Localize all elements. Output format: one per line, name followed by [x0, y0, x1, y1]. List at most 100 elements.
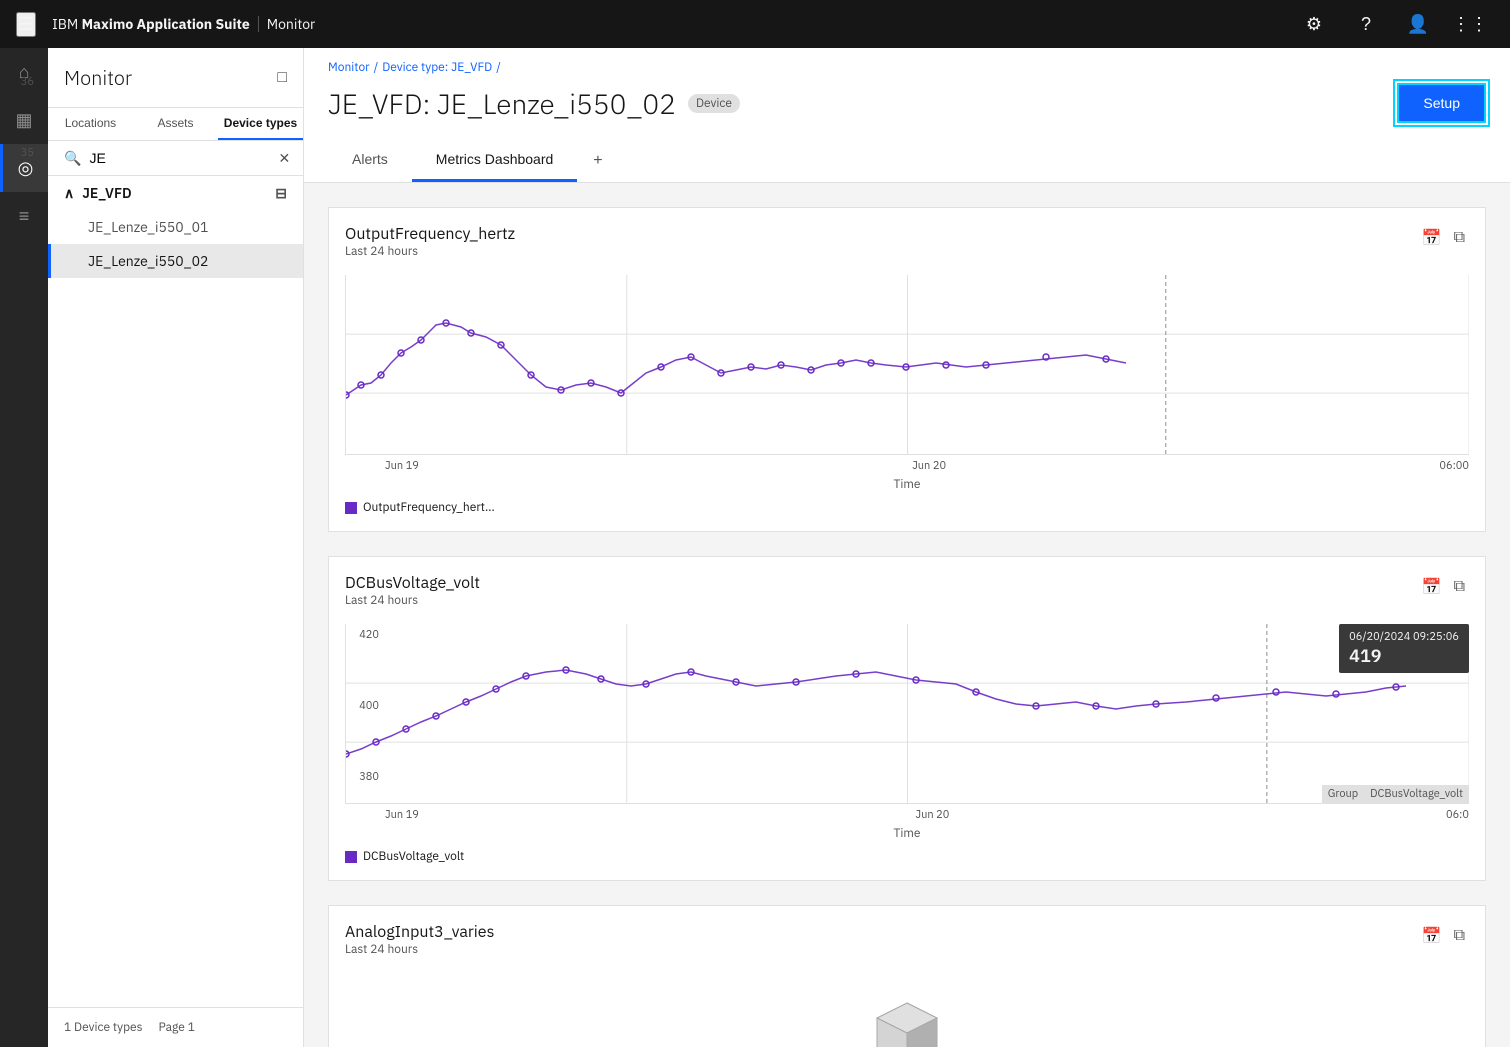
tab-device-types[interactable]: Device types: [218, 108, 303, 140]
tab-alerts[interactable]: Alerts: [328, 139, 412, 182]
chart2-legend-label: DCBusVoltage_volt: [363, 849, 464, 864]
chart1-title-group: OutputFrequency_hertz Last 24 hours: [345, 224, 515, 271]
chart1-x-labels: Jun 19 Jun 20 06:00: [345, 455, 1469, 473]
chart3-expand-icon[interactable]: ⧉: [1450, 922, 1469, 950]
rail-list-icon[interactable]: ≡: [0, 192, 48, 240]
content-header: Monitor / Device type: JE_VFD / JE_VFD: …: [304, 48, 1510, 183]
list-item-je-lenze-i550-02[interactable]: JE_Lenze_i550_02: [48, 244, 303, 278]
tab-metrics-dashboard[interactable]: Metrics Dashboard: [412, 139, 578, 182]
chart2-tooltip: 06/20/2024 09:25:06 419: [1339, 624, 1469, 673]
chart1-x-jun20: Jun 20: [912, 459, 946, 473]
tooltip-metric-label: DCBusVoltage_volt: [1364, 785, 1469, 803]
chart2-title: DCBusVoltage_volt: [345, 573, 480, 593]
chart-dc-bus-voltage: DCBusVoltage_volt Last 24 hours 📅 ⧉ 420 …: [328, 556, 1486, 881]
page-title: JE_VFD: JE_Lenze_i550_02 Device: [328, 85, 740, 122]
chart2-expand-icon[interactable]: ⧉: [1450, 573, 1469, 601]
chart1-actions: 📅 ⧉: [1418, 224, 1469, 252]
group-name: JE_VFD: [82, 184, 131, 202]
chart1-expand-icon[interactable]: ⧉: [1450, 224, 1469, 252]
chart-output-frequency: OutputFrequency_hertz Last 24 hours 📅 ⧉ …: [328, 207, 1486, 532]
settings-icon[interactable]: ⚙: [1290, 0, 1338, 48]
breadcrumb-monitor[interactable]: Monitor: [328, 60, 370, 75]
tab-add-btn[interactable]: +: [577, 140, 618, 182]
chart1-header: OutputFrequency_hertz Last 24 hours 📅 ⧉: [345, 224, 1469, 271]
device-count: 1 Device types: [64, 1020, 142, 1035]
page-title-text: JE_VFD: JE_Lenze_i550_02: [328, 85, 676, 122]
chart1-subtitle: Last 24 hours: [345, 244, 515, 259]
chart2-subtitle: Last 24 hours: [345, 593, 480, 608]
chart1-x-jun19: Jun 19: [385, 459, 419, 473]
icon-rail: ⌂ ▦ ◎ ≡: [0, 48, 48, 1047]
chart3-header: AnalogInput3_varies Last 24 hours 📅 ⧉: [345, 922, 1469, 969]
user-icon[interactable]: 👤: [1394, 0, 1442, 48]
chart2-x-labels: Jun 19 Jun 20 06:0: [345, 804, 1469, 822]
brand-name: IBM Maximo Application Suite: [52, 15, 250, 33]
page-number: Page 1: [158, 1020, 194, 1035]
chart2-actions: 📅 ⧉: [1418, 573, 1469, 601]
setup-button[interactable]: Setup: [1397, 83, 1486, 123]
search-input[interactable]: [89, 150, 270, 166]
chart1-legend-dot: [345, 502, 357, 514]
tab-assets[interactable]: Assets: [133, 108, 218, 140]
search-clear-btn[interactable]: ✕: [278, 150, 290, 167]
nav-icons: ⚙ ? 👤 ⋮⋮: [1290, 0, 1494, 48]
chart2-x-title: Time: [345, 826, 1469, 841]
chart2-x-jun20: Jun 20: [915, 808, 949, 822]
list-item-je-lenze-i550-01[interactable]: JE_Lenze_i550_01: [48, 210, 303, 244]
tooltip-date: 06/20/2024 09:25:06: [1349, 630, 1459, 644]
device-badge: Device: [688, 94, 740, 113]
breadcrumb: Monitor / Device type: JE_VFD /: [328, 60, 1486, 75]
sidebar-tabs: Locations Assets Device types: [48, 108, 303, 141]
chart-analog-input3: AnalogInput3_varies Last 24 hours 📅 ⧉: [328, 905, 1486, 1047]
filter-icon[interactable]: ⊟: [275, 184, 287, 202]
main-content: Monitor / Device type: JE_VFD / JE_VFD: …: [304, 48, 1510, 1047]
sidebar-title: Monitor: [64, 64, 132, 91]
breadcrumb-sep1: /: [374, 60, 379, 75]
help-icon[interactable]: ?: [1342, 0, 1390, 48]
breadcrumb-device-type[interactable]: Device type: JE_VFD: [382, 60, 492, 75]
chart2-x-jun19: Jun 19: [385, 808, 419, 822]
sidebar-header: Monitor □: [48, 48, 303, 108]
search-icon: 🔍: [64, 149, 81, 167]
chart1-x-0600: 06:00: [1439, 459, 1469, 473]
app-layout: ⌂ ▦ ◎ ≡ Monitor □ Locations Assets Devic…: [0, 48, 1510, 1047]
chart2-x-0600: 06:0: [1446, 808, 1469, 822]
nav-divider: [258, 16, 259, 32]
chart3-calendar-icon[interactable]: 📅: [1418, 922, 1446, 950]
sidebar-collapse-btn[interactable]: □: [277, 69, 287, 87]
brand: IBM Maximo Application Suite Monitor: [52, 15, 315, 33]
chart2-header: DCBusVoltage_volt Last 24 hours 📅 ⧉: [345, 573, 1469, 620]
top-nav: ☰ IBM Maximo Application Suite Monitor ⚙…: [0, 0, 1510, 48]
tab-locations[interactable]: Locations: [48, 108, 133, 140]
sidebar-search: 🔍 ✕: [48, 141, 303, 176]
chart3-subtitle: Last 24 hours: [345, 942, 494, 957]
breadcrumb-sep2: /: [496, 60, 501, 75]
sidebar-list: ∧ JE_VFD ⊟ JE_Lenze_i550_01 JE_Lenze_i55…: [48, 176, 303, 1007]
chart2-legend: DCBusVoltage_volt: [345, 849, 1469, 864]
chart3-empty: [345, 973, 1469, 1047]
chart2-tooltip-labels: Group DCBusVoltage_volt: [1322, 785, 1469, 803]
chart1-x-title: Time: [345, 477, 1469, 492]
page-title-row: JE_VFD: JE_Lenze_i550_02 Device Setup: [328, 83, 1486, 123]
chart2-legend-dot: [345, 851, 357, 863]
apps-icon[interactable]: ⋮⋮: [1446, 0, 1494, 48]
tooltip-group-label: Group: [1322, 785, 1364, 803]
sidebar-footer: 1 Device types Page 1: [48, 1007, 303, 1047]
tooltip-value: 419: [1349, 644, 1459, 667]
chart3-title: AnalogInput3_varies: [345, 922, 494, 942]
empty-box-icon: [867, 993, 947, 1047]
chart3-actions: 📅 ⧉: [1418, 922, 1469, 950]
app-name: Monitor: [267, 15, 316, 33]
tabs-row: Alerts Metrics Dashboard +: [328, 139, 1486, 182]
chart2-title-group: DCBusVoltage_volt Last 24 hours: [345, 573, 480, 620]
chart3-title-group: AnalogInput3_varies Last 24 hours: [345, 922, 494, 969]
chart2-calendar-icon[interactable]: 📅: [1418, 573, 1446, 601]
chart1-legend: OutputFrequency_hert...: [345, 500, 1469, 515]
chart1-calendar-icon[interactable]: 📅: [1418, 224, 1446, 252]
charts-area: OutputFrequency_hertz Last 24 hours 📅 ⧉ …: [304, 183, 1510, 1047]
chart1-legend-label: OutputFrequency_hert...: [363, 500, 495, 515]
sidebar-group-je-vfd[interactable]: ∧ JE_VFD ⊟: [48, 176, 303, 210]
sidebar: Monitor □ Locations Assets Device types …: [48, 48, 304, 1047]
hamburger-menu-icon[interactable]: ☰: [16, 12, 36, 37]
chart1-title: OutputFrequency_hertz: [345, 224, 515, 244]
